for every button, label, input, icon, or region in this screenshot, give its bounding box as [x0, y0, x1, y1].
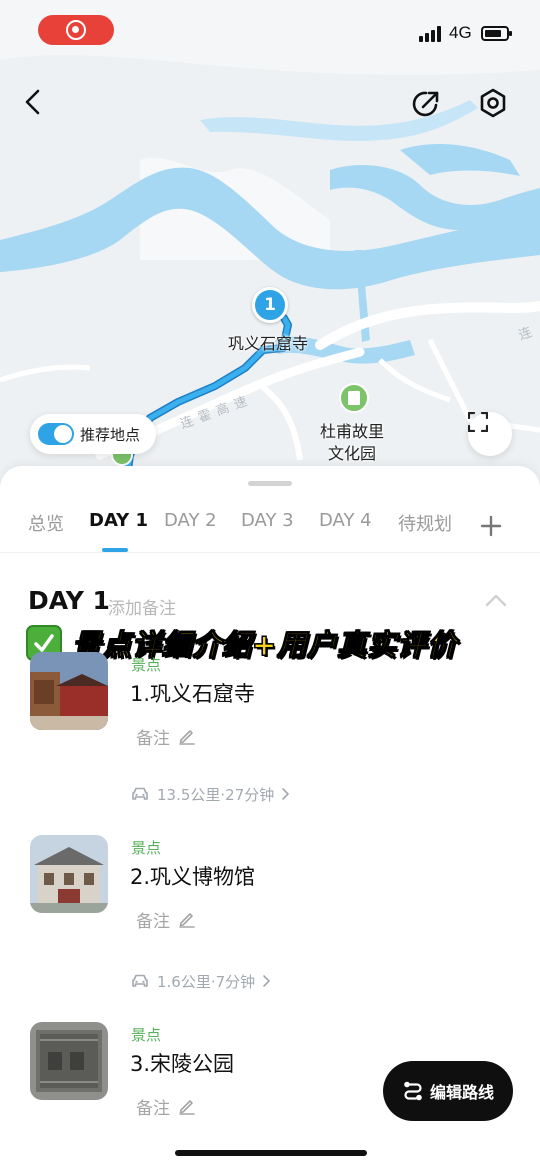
chevron-right-icon: [263, 975, 270, 987]
spot-item[interactable]: 景点 2.巩义博物馆 备注: [0, 835, 540, 955]
spot-type-label: 景点: [131, 656, 162, 674]
toggle-switch[interactable]: [38, 423, 74, 445]
building-poi-icon[interactable]: [339, 383, 369, 413]
edit-route-label: 编辑路线: [429, 1083, 494, 1102]
chevron-left-icon: [25, 89, 40, 115]
fullscreen-icon: [468, 412, 488, 432]
spot-item[interactable]: 景点 1.巩义石窟寺 备注: [0, 652, 540, 772]
map-label-dufu-line1: 杜甫故里: [320, 422, 385, 441]
edit-route-button[interactable]: 编辑路线: [383, 1061, 513, 1121]
pencil-icon: [179, 730, 195, 745]
transit-distance-time: 1.6公里·7分钟: [157, 972, 256, 991]
back-button[interactable]: [22, 88, 58, 124]
spot-note-button[interactable]: 备注: [126, 1088, 206, 1124]
add-day-button[interactable]: [480, 505, 502, 544]
chevron-right-icon: [282, 788, 290, 800]
screen-recording-indicator[interactable]: [38, 15, 114, 45]
spot-note-label: 备注: [136, 911, 170, 932]
spot-note-label: 备注: [136, 1098, 170, 1119]
settings-button[interactable]: [477, 87, 517, 127]
gear-icon: [480, 88, 506, 118]
battery-icon: [481, 26, 512, 41]
route-icon: [404, 1081, 422, 1101]
fullscreen-button[interactable]: [468, 412, 512, 456]
cellular-signal-icon: [419, 26, 443, 42]
status-bar: 4G: [0, 0, 540, 60]
network-type: 4G: [449, 23, 472, 42]
map-view[interactable]: 4G 1 巩义石窟寺 杜甫故里 文化园 连霍高速 连 推荐地点: [0, 0, 540, 500]
tab-overview[interactable]: 总览: [28, 510, 64, 536]
spot-type-label: 景点: [131, 1026, 162, 1044]
map-label-dufu[interactable]: 杜甫故里 文化园: [320, 421, 384, 465]
spot-note-button[interactable]: 备注: [126, 718, 206, 754]
chevron-up-icon: [485, 594, 507, 607]
record-icon: [66, 20, 86, 40]
car-icon: [132, 787, 148, 800]
route-stop-marker[interactable]: 1: [252, 287, 288, 323]
recommend-places-toggle[interactable]: 推荐地点: [30, 414, 156, 454]
transit-segment[interactable]: 1.6公里·7分钟: [131, 969, 271, 993]
spot-name[interactable]: 2.巩义博物馆: [130, 861, 255, 891]
spot-type-label: 景点: [131, 839, 162, 857]
add-day-note-button[interactable]: 添加备注: [108, 594, 176, 619]
transit-distance-time: 13.5公里·27分钟: [157, 785, 275, 804]
recommend-places-label: 推荐地点: [80, 425, 141, 444]
tab-day-3[interactable]: DAY 3: [241, 510, 294, 531]
plus-icon: [480, 515, 502, 537]
share-button[interactable]: [409, 87, 449, 127]
spot-thumbnail[interactable]: [30, 1022, 108, 1100]
transit-segment[interactable]: 13.5公里·27分钟: [131, 782, 290, 806]
share-arrow-icon: [412, 91, 439, 117]
map-label-dufu-line2: 文化园: [328, 444, 377, 463]
tab-day-4[interactable]: DAY 4: [319, 510, 372, 531]
car-icon: [132, 974, 148, 987]
spot-note-button[interactable]: 备注: [126, 901, 206, 937]
tab-unplanned[interactable]: 待规划: [398, 510, 452, 536]
collapse-day-button[interactable]: [484, 592, 508, 611]
spot-note-label: 备注: [136, 728, 170, 749]
tab-day-2[interactable]: DAY 2: [164, 510, 217, 531]
spot-name[interactable]: 3.宋陵公园: [130, 1048, 234, 1078]
home-indicator[interactable]: [175, 1150, 367, 1156]
pencil-icon: [179, 913, 195, 928]
pencil-icon: [179, 1100, 195, 1115]
spot-thumbnail[interactable]: [30, 652, 108, 730]
day-tabs: 总览 DAY 1 DAY 2 DAY 3 DAY 4 待规划: [0, 504, 540, 552]
map-label-grotto[interactable]: 巩义石窟寺: [228, 330, 308, 354]
tab-day-1[interactable]: DAY 1: [89, 510, 148, 531]
spot-name[interactable]: 1.巩义石窟寺: [130, 678, 255, 708]
day-title: DAY 1: [28, 586, 110, 615]
spot-thumbnail[interactable]: [30, 835, 108, 913]
sheet-drag-handle[interactable]: [248, 481, 292, 486]
tabs-divider: [0, 552, 540, 553]
